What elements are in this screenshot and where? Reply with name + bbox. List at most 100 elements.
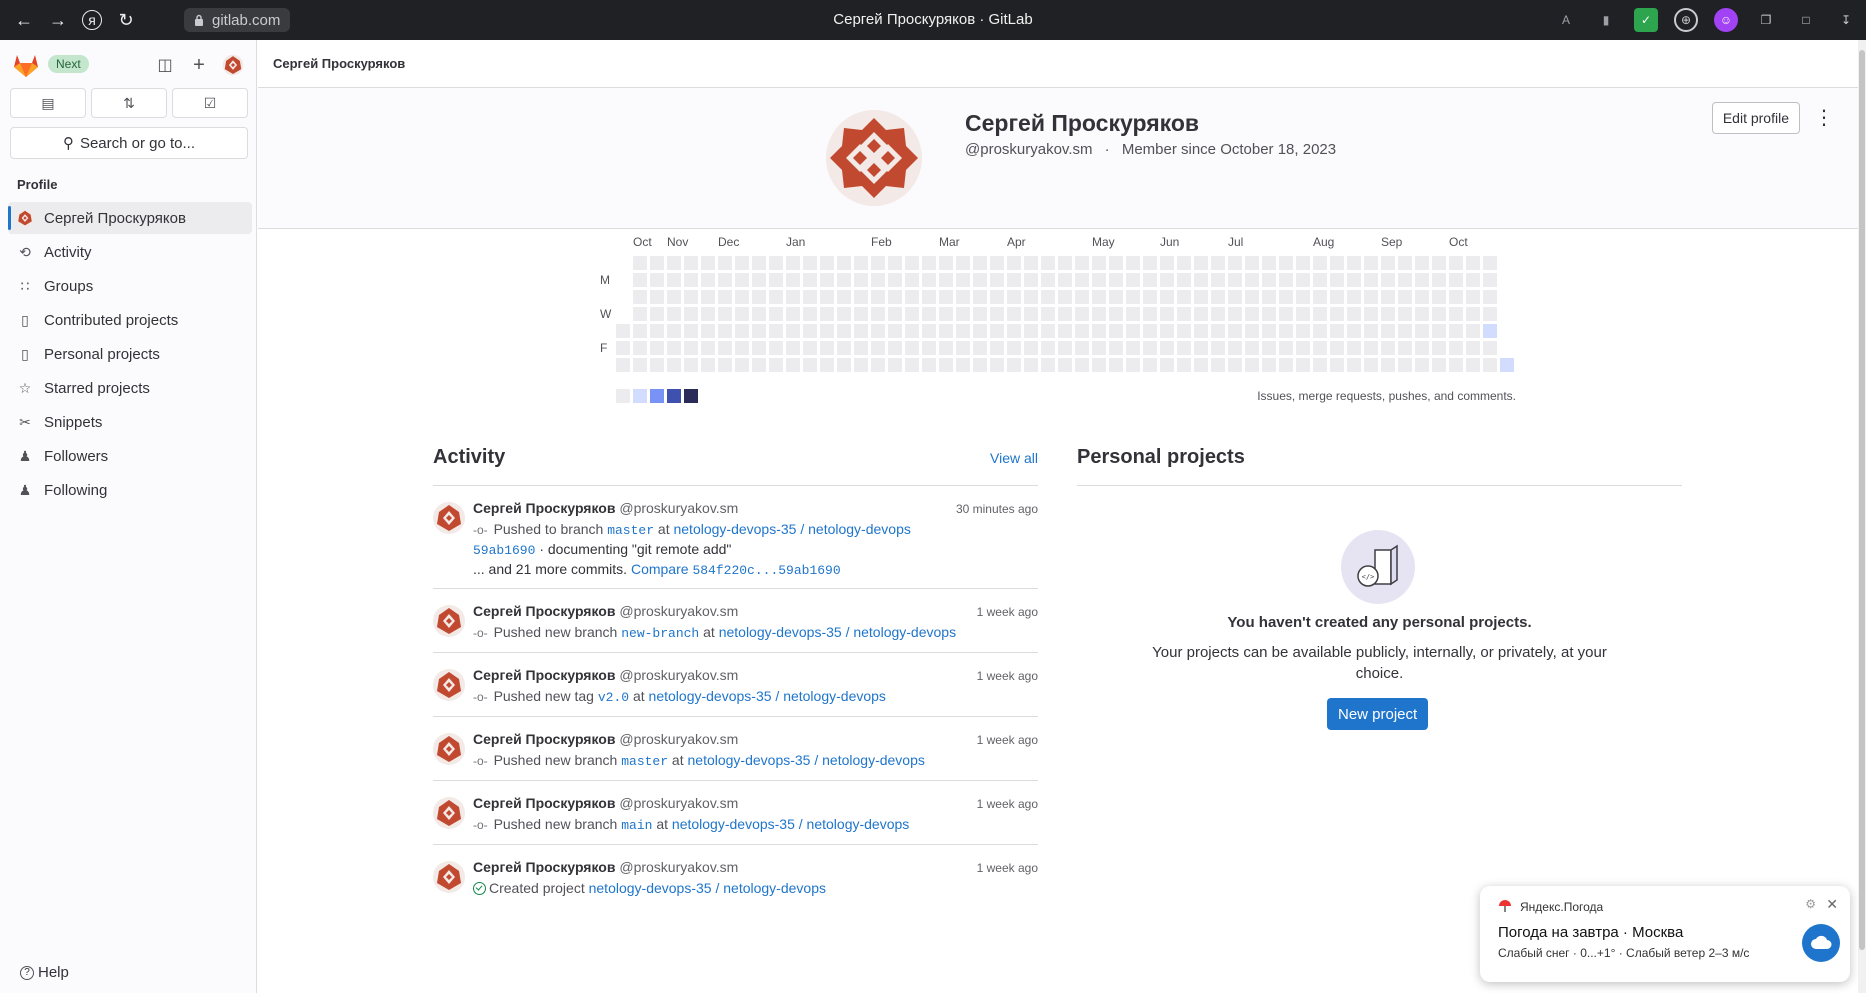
calendar-day-cell[interactable] bbox=[939, 358, 953, 372]
calendar-day-cell[interactable] bbox=[1075, 256, 1089, 270]
calendar-day-cell[interactable] bbox=[1092, 307, 1106, 321]
calendar-day-cell[interactable] bbox=[1398, 358, 1412, 372]
calendar-day-cell[interactable] bbox=[820, 358, 834, 372]
calendar-day-cell[interactable] bbox=[973, 256, 987, 270]
calendar-day-cell[interactable] bbox=[1024, 273, 1038, 287]
calendar-day-cell[interactable] bbox=[1347, 307, 1361, 321]
close-icon[interactable]: ✕ bbox=[1826, 896, 1838, 913]
calendar-day-cell[interactable] bbox=[1075, 358, 1089, 372]
calendar-day-cell[interactable] bbox=[1245, 256, 1259, 270]
plus-icon[interactable]: + bbox=[188, 54, 210, 76]
calendar-day-cell[interactable] bbox=[1177, 341, 1191, 355]
calendar-day-cell[interactable] bbox=[1279, 324, 1293, 338]
calendar-day-cell[interactable] bbox=[922, 358, 936, 372]
calendar-day-cell[interactable] bbox=[854, 273, 868, 287]
calendar-day-cell[interactable] bbox=[1177, 290, 1191, 304]
reload-icon[interactable]: ↻ bbox=[114, 8, 138, 32]
calendar-day-cell[interactable] bbox=[1466, 290, 1480, 304]
calendar-day-cell[interactable] bbox=[667, 273, 681, 287]
download-icon[interactable]: ↧ bbox=[1834, 8, 1858, 32]
calendar-day-cell[interactable] bbox=[1228, 358, 1242, 372]
calendar-day-cell[interactable] bbox=[1024, 307, 1038, 321]
compare-label[interactable]: Compare bbox=[631, 561, 689, 577]
calendar-day-cell[interactable] bbox=[1109, 358, 1123, 372]
calendar-day-cell[interactable] bbox=[871, 324, 885, 338]
calendar-day-cell[interactable] bbox=[718, 256, 732, 270]
calendar-day-cell[interactable] bbox=[1160, 324, 1174, 338]
calendar-day-cell[interactable] bbox=[1313, 273, 1327, 287]
calendar-day-cell[interactable] bbox=[1364, 358, 1378, 372]
calendar-day-cell[interactable] bbox=[1364, 324, 1378, 338]
calendar-day-cell[interactable] bbox=[1143, 358, 1157, 372]
compare-range[interactable]: 584f220c...59ab1690 bbox=[692, 563, 840, 578]
calendar-day-cell[interactable] bbox=[769, 307, 783, 321]
calendar-day-cell[interactable] bbox=[803, 341, 817, 355]
calendar-day-cell[interactable] bbox=[1109, 256, 1123, 270]
calendar-day-cell[interactable] bbox=[1211, 341, 1225, 355]
calendar-day-cell[interactable] bbox=[820, 324, 834, 338]
event-author[interactable]: Сергей Проскуряков bbox=[473, 859, 615, 875]
calendar-day-cell[interactable] bbox=[633, 307, 647, 321]
calendar-day-cell[interactable] bbox=[667, 256, 681, 270]
calendar-day-cell[interactable] bbox=[1228, 341, 1242, 355]
calendar-day-cell[interactable] bbox=[1381, 273, 1395, 287]
calendar-day-cell[interactable] bbox=[1024, 358, 1038, 372]
event-ref[interactable]: new-branch bbox=[621, 626, 699, 641]
event-author[interactable]: Сергей Проскуряков bbox=[473, 795, 615, 811]
todos-count-button[interactable]: ☑ bbox=[172, 88, 248, 118]
yandex-icon[interactable]: я bbox=[82, 10, 102, 30]
calendar-day-cell[interactable] bbox=[1483, 256, 1497, 270]
calendar-day-cell[interactable] bbox=[1007, 256, 1021, 270]
calendar-day-cell[interactable] bbox=[1296, 290, 1310, 304]
calendar-day-cell[interactable] bbox=[871, 273, 885, 287]
calendar-day-cell[interactable] bbox=[1211, 290, 1225, 304]
calendar-day-cell[interactable] bbox=[1449, 324, 1463, 338]
calendar-day-cell[interactable] bbox=[888, 358, 902, 372]
calendar-day-cell[interactable] bbox=[1143, 307, 1157, 321]
event-project-link[interactable]: netology-devops-35 / netology-devops bbox=[719, 624, 956, 640]
calendar-day-cell[interactable] bbox=[854, 256, 868, 270]
forward-icon[interactable]: → bbox=[46, 8, 70, 32]
calendar-day-cell[interactable] bbox=[1194, 324, 1208, 338]
calendar-day-cell[interactable] bbox=[1024, 256, 1038, 270]
settings-icon[interactable]: ⚙ bbox=[1805, 897, 1816, 911]
calendar-day-cell[interactable] bbox=[1466, 341, 1480, 355]
calendar-day-cell[interactable] bbox=[888, 324, 902, 338]
calendar-day-cell[interactable] bbox=[735, 341, 749, 355]
calendar-day-cell[interactable] bbox=[786, 273, 800, 287]
calendar-day-cell[interactable] bbox=[633, 256, 647, 270]
calendar-day-cell[interactable] bbox=[1466, 273, 1480, 287]
calendar-day-cell[interactable] bbox=[1415, 307, 1429, 321]
calendar-day-cell[interactable] bbox=[650, 290, 664, 304]
calendar-day-cell[interactable] bbox=[667, 358, 681, 372]
calendar-day-cell[interactable] bbox=[905, 290, 919, 304]
calendar-day-cell[interactable] bbox=[1330, 256, 1344, 270]
calendar-day-cell[interactable] bbox=[854, 341, 868, 355]
calendar-day-cell[interactable] bbox=[1024, 290, 1038, 304]
calendar-day-cell[interactable] bbox=[1143, 290, 1157, 304]
calendar-day-cell[interactable] bbox=[633, 341, 647, 355]
calendar-day-cell[interactable] bbox=[854, 358, 868, 372]
calendar-day-cell[interactable] bbox=[718, 341, 732, 355]
calendar-day-cell[interactable] bbox=[939, 341, 953, 355]
calendar-day-cell[interactable] bbox=[973, 290, 987, 304]
calendar-day-cell[interactable] bbox=[1398, 341, 1412, 355]
calendar-day-cell[interactable] bbox=[1279, 341, 1293, 355]
event-project-link[interactable]: netology-devops-35 / netology-devops bbox=[672, 816, 909, 832]
calendar-day-cell[interactable] bbox=[803, 290, 817, 304]
calendar-day-cell[interactable] bbox=[1228, 256, 1242, 270]
calendar-day-cell[interactable] bbox=[905, 307, 919, 321]
page-scrollbar[interactable] bbox=[1858, 40, 1866, 993]
calendar-day-cell[interactable] bbox=[718, 290, 732, 304]
calendar-day-cell[interactable] bbox=[650, 324, 664, 338]
calendar-day-cell[interactable] bbox=[1279, 307, 1293, 321]
calendar-day-cell[interactable] bbox=[956, 273, 970, 287]
calendar-day-cell[interactable] bbox=[718, 273, 732, 287]
calendar-day-cell[interactable] bbox=[718, 358, 732, 372]
calendar-day-cell[interactable] bbox=[684, 273, 698, 287]
extension-face-icon[interactable]: ☺ bbox=[1714, 8, 1738, 32]
calendar-day-cell[interactable] bbox=[973, 273, 987, 287]
calendar-day-cell[interactable] bbox=[837, 290, 851, 304]
calendar-day-cell[interactable] bbox=[956, 341, 970, 355]
calendar-day-cell[interactable] bbox=[1211, 256, 1225, 270]
